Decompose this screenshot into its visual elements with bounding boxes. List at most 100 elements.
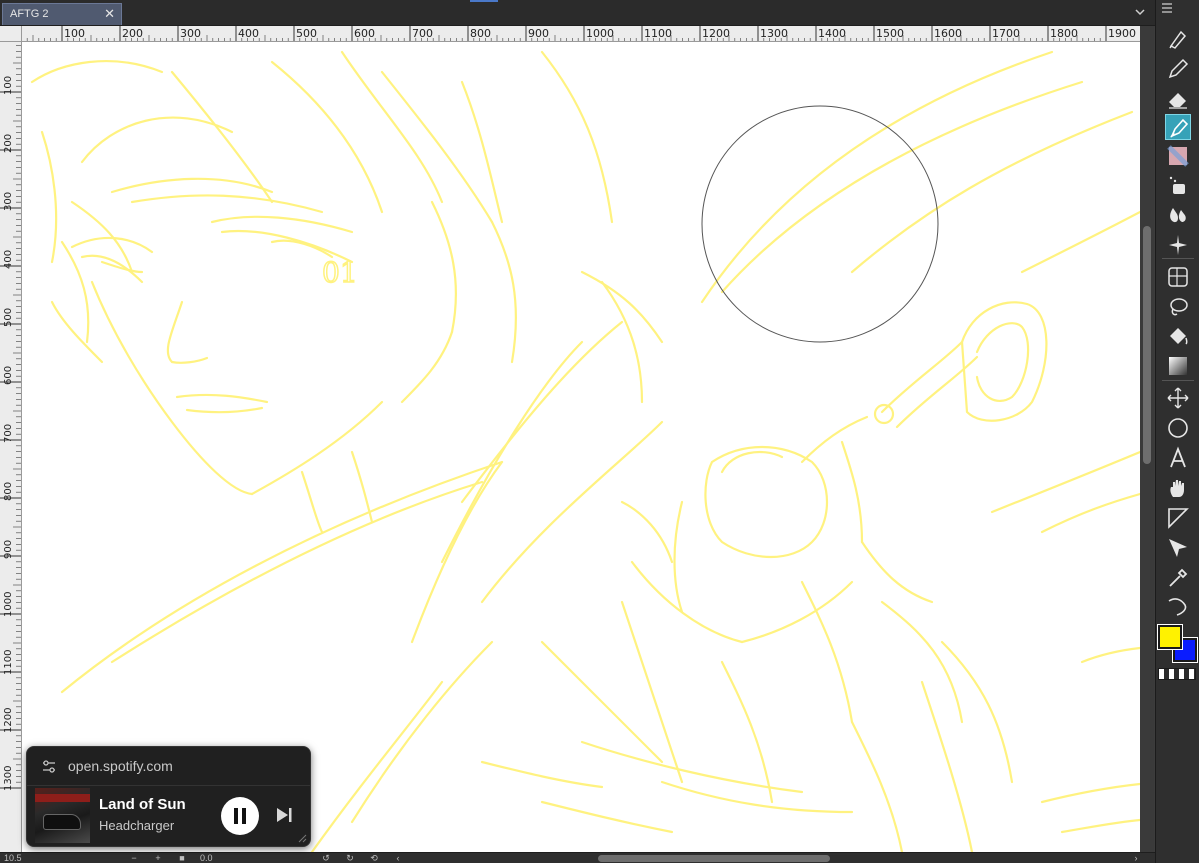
- ruler-left-label: 1200: [3, 708, 14, 733]
- ruler-left-label: 1100: [3, 650, 14, 675]
- ruler-left-label: 200: [3, 134, 14, 153]
- pause-icon: [234, 808, 246, 824]
- eraser-icon[interactable]: [1165, 86, 1191, 112]
- album-art-car: [43, 814, 81, 830]
- move-icon[interactable]: [1165, 385, 1191, 411]
- scroll-left-icon[interactable]: ‹: [392, 853, 404, 863]
- spotify-mini-player: open.spotify.com Land of Suns Headcharge…: [26, 746, 311, 847]
- track-title: Land of Suns: [99, 796, 185, 813]
- brush-cursor: [701, 105, 939, 343]
- zoom-in-button[interactable]: +: [152, 853, 164, 863]
- ruler-corner: [0, 26, 22, 42]
- vertical-scroll-thumb[interactable]: [1143, 226, 1151, 464]
- ruler-top-label: 1300: [760, 27, 788, 40]
- artist-name: Headcharger: [99, 818, 175, 833]
- rotate-left-icon[interactable]: ↺: [320, 853, 332, 863]
- zoom-out-button[interactable]: −: [128, 853, 140, 863]
- ruler-top-label: 1100: [644, 27, 672, 40]
- vertical-scrollbar[interactable]: [1140, 26, 1154, 852]
- reset-rotation-icon[interactable]: ⟲: [368, 853, 380, 863]
- eyedropper-icon[interactable]: [1165, 565, 1191, 591]
- lasso-icon[interactable]: [1165, 294, 1191, 320]
- pen-icon[interactable]: [1165, 26, 1191, 52]
- ruler-top-label: 100: [64, 27, 85, 40]
- album-art: [35, 788, 90, 843]
- document-tab-label: AFTG 2: [10, 8, 49, 20]
- tool-palette: [1155, 0, 1199, 863]
- document-tab-bar: AFTG 2 ✕: [0, 0, 1155, 26]
- sparkle-icon[interactable]: [1165, 232, 1191, 258]
- rotate-right-icon[interactable]: ↻: [344, 853, 356, 863]
- ruler-left-label: 700: [3, 424, 14, 443]
- ruler-top-label: 1200: [702, 27, 730, 40]
- ruler-top-label: 400: [238, 27, 259, 40]
- toolbar-separator: [1162, 380, 1194, 381]
- horizontal-scroll-thumb[interactable]: [598, 855, 830, 862]
- ruler-top-label: 1800: [1050, 27, 1078, 40]
- ruler-left: 100 200 300 400 500 600 700 800 900 1000 1100 1200 1…: [0, 42, 22, 852]
- ruler-top-label: 1000: [586, 27, 614, 40]
- frame-icon[interactable]: [1165, 264, 1191, 290]
- ruler-top-label: 1700: [992, 27, 1020, 40]
- ruler-left-label: 1000: [3, 592, 14, 617]
- document-tab[interactable]: AFTG 2 ✕: [2, 3, 122, 25]
- hand-icon[interactable]: [1165, 475, 1191, 501]
- airbrush-icon[interactable]: [1165, 143, 1191, 169]
- fit-button[interactable]: ■: [176, 853, 188, 863]
- site-domain: open.spotify.com: [68, 758, 173, 774]
- main-color-swatch[interactable]: [1157, 624, 1183, 650]
- menu-icon[interactable]: [1160, 2, 1174, 14]
- text-icon[interactable]: [1165, 445, 1191, 471]
- fill-bucket-icon[interactable]: [1165, 324, 1191, 350]
- chevron-down-icon[interactable]: [1133, 5, 1147, 19]
- pencil-icon[interactable]: [1165, 56, 1191, 82]
- ruler-top-label: 1600: [934, 27, 962, 40]
- brush-icon[interactable]: [1165, 114, 1191, 140]
- blend-icon[interactable]: [1165, 202, 1191, 228]
- ruler-left-label: 500: [3, 308, 14, 327]
- ruler-top-label: 1400: [818, 27, 846, 40]
- ruler-top-ticks: 100 200 300 400 500 600 700 800 900 1000 1100 1200 1…: [26, 26, 1136, 41]
- tabbar-accent: [470, 0, 498, 2]
- sketch-layer: 01: [30, 50, 1140, 852]
- navigator-bar: 10.5 − + ■ 0.0 ↺ ↻ ⟲ ‹ ›: [0, 852, 1155, 863]
- ruler-left-ticks: 100 200 300 400 500 600 700 800 900 1000 1100 1200 1…: [0, 45, 21, 791]
- ruler-left-label: 600: [3, 366, 14, 385]
- toolbar-separator: [1162, 258, 1194, 259]
- ruler-top-label: 1900: [1108, 27, 1136, 40]
- ellipse-icon[interactable]: [1165, 415, 1191, 441]
- ruler-left-label: 1300: [3, 766, 14, 791]
- ruler-left-label: 900: [3, 540, 14, 559]
- ruler-left-label: 100: [3, 76, 14, 95]
- settings-sliders-icon[interactable]: [41, 759, 57, 775]
- close-icon[interactable]: ✕: [104, 6, 115, 22]
- skip-next-icon[interactable]: [273, 804, 295, 826]
- correct-line-icon[interactable]: [1165, 593, 1191, 619]
- rotation-value[interactable]: 0.0: [200, 853, 213, 863]
- gradient-icon[interactable]: [1165, 353, 1191, 379]
- transparent-color-swatch[interactable]: [1158, 668, 1196, 680]
- zoom-value[interactable]: 10.5: [4, 853, 22, 863]
- ruler-left-label: 300: [3, 192, 14, 211]
- resize-grip-icon[interactable]: [298, 834, 307, 843]
- sketch-number: 01: [322, 256, 358, 289]
- divider: [27, 785, 310, 786]
- album-art-band: [35, 794, 90, 802]
- ruler-top-label: 200: [122, 27, 143, 40]
- ruler-left-label: 800: [3, 482, 14, 501]
- object-select-icon[interactable]: [1165, 535, 1191, 561]
- ruler-top-label: 700: [412, 27, 433, 40]
- ruler-icon[interactable]: [1165, 505, 1191, 531]
- ruler-top-label: 300: [180, 27, 201, 40]
- drawing-canvas[interactable]: 01: [22, 42, 1140, 852]
- ruler-left-label: 400: [3, 250, 14, 269]
- ruler-top-label: 900: [528, 27, 549, 40]
- ruler-top-label: 1500: [876, 27, 904, 40]
- ruler-top-label: 600: [354, 27, 375, 40]
- scroll-right-icon[interactable]: ›: [1130, 853, 1142, 863]
- decoration-icon[interactable]: [1165, 172, 1191, 198]
- ruler-top-label: 800: [470, 27, 491, 40]
- ruler-top: 100 200 300 400 500 600 700 800 900 1000 1100 1200 1…: [22, 26, 1140, 42]
- ruler-top-label: 500: [296, 27, 317, 40]
- pause-button[interactable]: [221, 797, 259, 835]
